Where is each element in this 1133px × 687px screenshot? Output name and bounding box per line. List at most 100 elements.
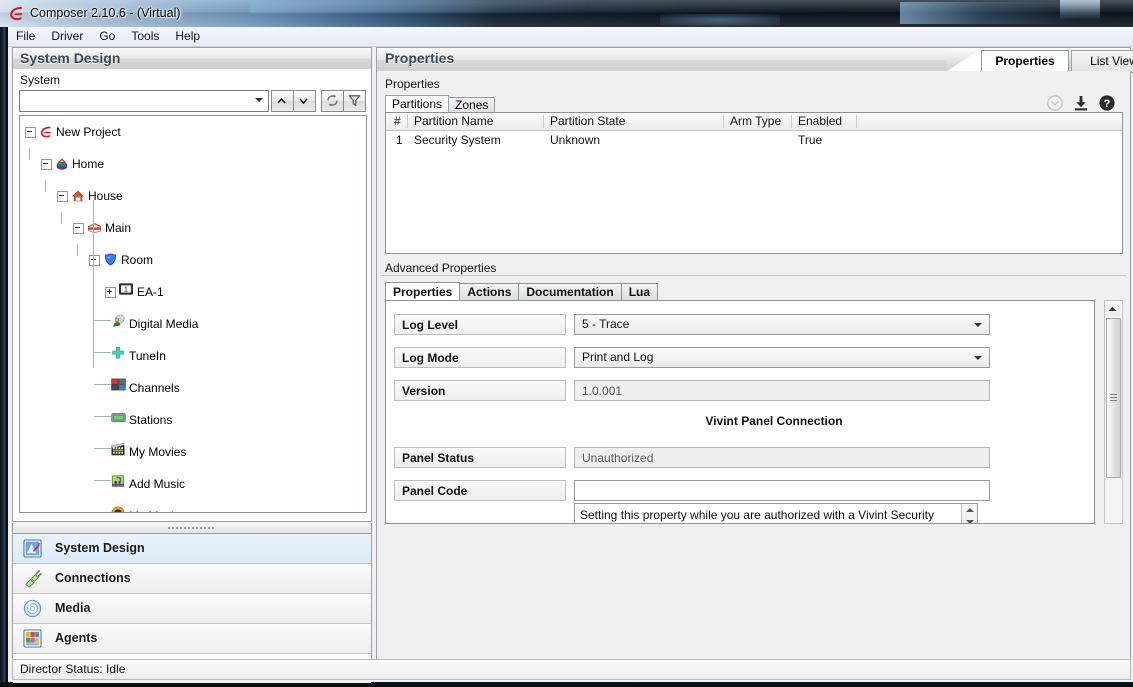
status-bar: Director Status: Idle [12, 659, 1131, 680]
system-design-pane: System Design System [12, 47, 372, 678]
menu-driver[interactable]: Driver [43, 27, 91, 46]
tree-expander[interactable] [57, 191, 68, 202]
aero-glass-highlight [250, 0, 850, 13]
download-icon[interactable] [1070, 93, 1092, 113]
tab-adv-properties[interactable]: Properties [385, 282, 460, 302]
window-title: Composer 2.10.6 - (Virtual) [30, 5, 181, 22]
tree-item-room[interactable]: Room [20, 248, 366, 264]
scrollbar-grip [1110, 394, 1117, 401]
tree-expander[interactable] [41, 159, 52, 170]
sidebar-item-label: Connections [55, 564, 131, 593]
column-header-enabled: Enabled [798, 113, 842, 130]
tree-item-new-project[interactable]: New Project [20, 120, 366, 136]
system-label: System [20, 73, 60, 87]
aero-glass-highlight-2 [660, 14, 780, 26]
tree-expander[interactable] [105, 287, 116, 298]
log-mode-select[interactable]: Print and Log [574, 347, 990, 368]
tree-item-label: Main [105, 220, 131, 236]
tunein-icon [111, 346, 125, 360]
partitions-grid-header: # Partition Name Partition State Arm Typ… [386, 113, 1122, 131]
tab-properties[interactable]: Properties [981, 50, 1069, 73]
tree-item-channels[interactable]: Channels [20, 376, 366, 392]
floor-icon [87, 221, 101, 235]
advanced-properties-scrollbar[interactable] [1104, 300, 1123, 524]
tree-expander[interactable] [73, 223, 84, 234]
tree-item-tunein[interactable]: TuneIn [20, 344, 366, 360]
properties-pane-title: Properties [385, 50, 454, 66]
scroll-down-icon[interactable] [966, 520, 974, 524]
properties-body: Properties Partitions Zones [376, 71, 1131, 677]
sidebar-item-connections[interactable]: Connections [13, 564, 371, 594]
director-status-text: Director Status: Idle [20, 660, 125, 679]
panel-code-description: Setting this property while you are auth… [574, 503, 978, 524]
log-level-select[interactable]: 5 - Trace [574, 314, 990, 335]
partitions-grid[interactable]: # Partition Name Partition State Arm Typ… [385, 112, 1123, 254]
svg-text:1: 1 [124, 287, 128, 294]
scroll-up-icon[interactable] [966, 508, 974, 512]
tree-item-my-movies[interactable]: My Movies [20, 440, 366, 456]
panel-code-input[interactable] [574, 480, 990, 501]
collapse-chevron-icon[interactable] [1044, 93, 1066, 113]
property-label: Panel Status [394, 447, 566, 468]
system-search-combobox[interactable] [19, 90, 269, 112]
sidebar-item-agents[interactable]: Agents [13, 624, 371, 654]
tree-item-label: Add Music [129, 476, 185, 492]
tree-item-main[interactable]: Main [20, 216, 366, 232]
menu-go[interactable]: Go [91, 27, 123, 46]
tree-item-home[interactable]: Home [20, 152, 366, 168]
refresh-button[interactable] [321, 90, 344, 112]
tree-item-label: Stations [129, 412, 172, 428]
chevron-down-icon [299, 98, 308, 104]
scrollbar-thumb[interactable] [1106, 318, 1121, 478]
menu-help[interactable]: Help [167, 27, 208, 46]
system-design-pane-title: System Design [12, 47, 372, 70]
column-header-number: # [394, 113, 401, 130]
media-disc-icon [23, 599, 42, 618]
svg-text:?: ? [1104, 98, 1111, 110]
tree-item-stations[interactable]: Stations [20, 408, 366, 424]
tab-list-view[interactable]: List View [1071, 50, 1133, 73]
system-design-icon [23, 539, 42, 558]
tree-item-label: New Project [56, 124, 121, 140]
scroll-up-button[interactable] [1105, 301, 1120, 316]
search-next-button[interactable] [293, 90, 316, 112]
tree-item-digital-media[interactable]: Digital Media [20, 312, 366, 328]
tree-expander[interactable] [25, 127, 36, 138]
tree-item-my-music[interactable]: My Music [20, 504, 366, 513]
channels-icon [111, 378, 125, 392]
tree-item-ea-1[interactable]: 1 EA-1 [20, 280, 366, 296]
composer-logo-icon [8, 5, 25, 22]
refresh-icon [325, 93, 340, 108]
sidebar-item-media[interactable]: Media [13, 594, 371, 624]
tree-item-label: Home [72, 156, 104, 172]
advanced-properties-section: Properties Actions Documentation Lua Log… [381, 275, 1126, 528]
tree-item-label: My Music [129, 508, 180, 513]
pane-splitter[interactable] [12, 523, 372, 533]
cell-number: 1 [396, 131, 403, 149]
controller-icon: 1 [119, 283, 133, 297]
room-shield-icon [103, 252, 117, 266]
tree-item-label: Room [121, 252, 153, 268]
menu-file[interactable]: File [8, 27, 43, 46]
vivint-panel-connection-heading: Vivint Panel Connection [566, 414, 982, 428]
cell-partition-name: Security System [414, 131, 501, 149]
chevron-down-icon [255, 98, 263, 102]
sidebar-item-system-design[interactable]: System Design [13, 534, 371, 564]
filter-button[interactable] [343, 90, 366, 112]
aero-glass-highlight-4 [1060, 0, 1100, 20]
tree-item-add-music[interactable]: Add Music [20, 472, 366, 488]
partitions-zones-tabs: Partitions Zones [385, 95, 494, 113]
help-icon[interactable]: ? [1096, 93, 1118, 113]
description-scrollbar[interactable] [961, 504, 977, 524]
tree-item-label: TuneIn [129, 348, 166, 364]
table-row[interactable]: 1 Security System Unknown True [386, 131, 1122, 149]
system-tree[interactable]: New Project [19, 115, 367, 513]
search-previous-button[interactable] [271, 90, 294, 112]
version-value: 1.0.001 [574, 380, 990, 401]
tree-item-house[interactable]: House [20, 184, 366, 200]
tree-expander[interactable] [89, 255, 100, 266]
sidebar-item-label: Media [55, 594, 90, 623]
menu-tools[interactable]: Tools [123, 27, 167, 46]
my-music-icon [111, 506, 125, 513]
my-movies-icon [111, 442, 125, 456]
